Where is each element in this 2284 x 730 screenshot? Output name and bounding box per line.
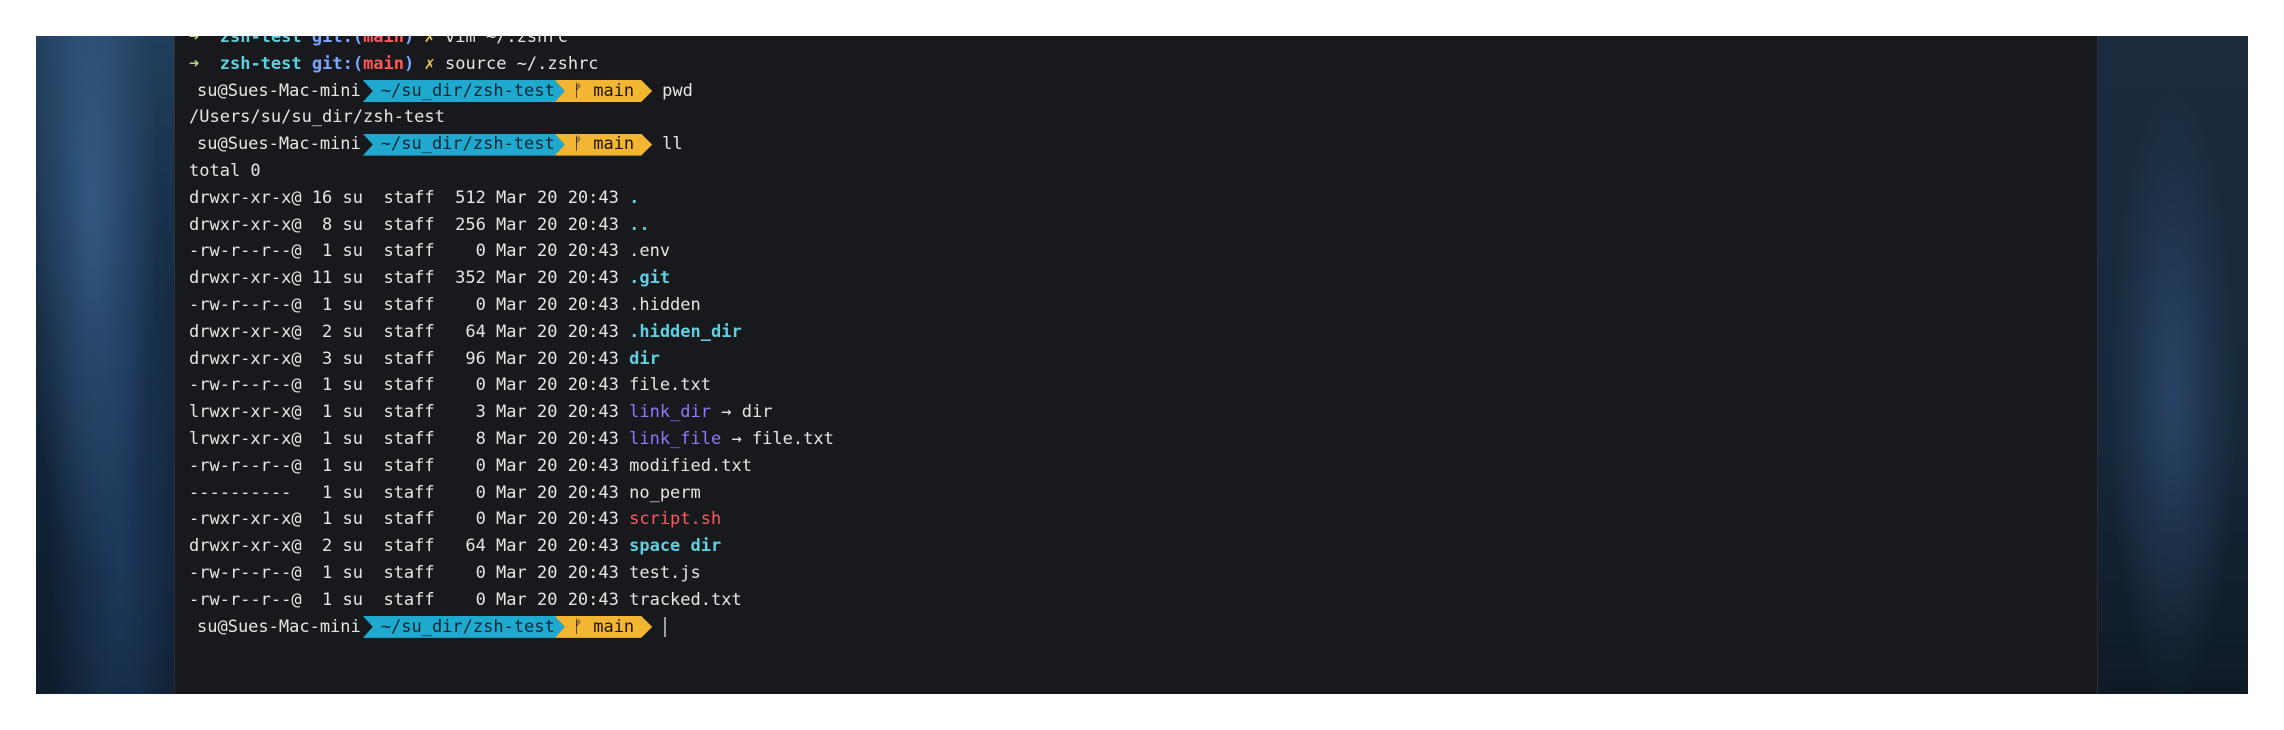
file-meta: -rw-r--r--@ 1 su staff 0 Mar 20 20:43 [189, 241, 630, 262]
ls-row: ---------- 1 su staff 0 Mar 20 20:43 no_… [189, 480, 2097, 507]
file-name: . [629, 187, 640, 208]
command-text: pwd [662, 80, 693, 101]
file-name: .git [629, 268, 671, 289]
link-target: → dir [711, 402, 773, 423]
desktop-window-area: ➜ zsh-test git:(main) ✗ vim ~/.zshrc ➜ z… [36, 36, 2248, 694]
file-meta: -rw-r--r--@ 1 su staff 0 Mar 20 20:43 [189, 294, 630, 315]
file-name: link_dir [629, 402, 711, 423]
file-meta: drwxr-xr-x@ 8 su staff 256 Mar 20 20:43 [189, 214, 630, 235]
file-name: no_perm [629, 482, 701, 503]
prompt-user-segment: su@Sues-Mac-mini [189, 133, 367, 156]
file-name: .env [629, 241, 671, 262]
powerline-prompt: su@Sues-Mac-mini ~/su_dir/zsh-test ᚠ mai… [189, 78, 2097, 105]
prompt-dir: zsh-test [219, 53, 302, 74]
ls-row: -rw-r--r--@ 1 su staff 0 Mar 20 20:43 fi… [189, 372, 2097, 399]
file-meta: -rw-r--r--@ 1 su staff 0 Mar 20 20:43 [189, 455, 630, 476]
ls-row: -rw-r--r--@ 1 su staff 0 Mar 20 20:43 mo… [189, 453, 2097, 480]
file-meta: -rw-r--r--@ 1 su staff 0 Mar 20 20:43 [189, 375, 630, 396]
file-meta: drwxr-xr-x@ 11 su staff 352 Mar 20 20:43 [189, 268, 630, 289]
branch-icon: ᚠ [572, 134, 583, 155]
output-line: /Users/su/su_dir/zsh-test [189, 107, 445, 128]
desktop-wallpaper-right [2098, 36, 2248, 694]
file-meta: drwxr-xr-x@ 2 su staff 64 Mar 20 20:43 [189, 321, 630, 342]
text-cursor[interactable] [664, 616, 667, 637]
file-name: .hidden [629, 294, 701, 315]
file-meta: drwxr-xr-x@ 3 su staff 96 Mar 20 20:43 [189, 348, 630, 369]
ls-row: lrwxr-xr-x@ 1 su staff 8 Mar 20 20:43 li… [189, 426, 2097, 453]
dirty-mark-icon: ✗ [424, 36, 435, 47]
branch-icon: ᚠ [572, 80, 583, 101]
file-name: test.js [629, 562, 701, 583]
prompt-dir-segment: ~/su_dir/zsh-test [363, 80, 565, 102]
prompt-git-segment: ᚠ main [555, 80, 652, 102]
prompt-arrow-icon: ➜ [189, 36, 200, 47]
file-name: space dir [629, 536, 722, 557]
current-prompt[interactable]: su@Sues-Mac-mini ~/su_dir/zsh-test ᚠ mai… [189, 614, 2097, 641]
command-text: source ~/.zshrc [445, 53, 599, 74]
file-meta: -rw-r--r--@ 1 su staff 0 Mar 20 20:43 [189, 562, 630, 583]
file-name: modified.txt [629, 455, 752, 476]
ls-row: drwxr-xr-x@ 2 su staff 64 Mar 20 20:43 s… [189, 533, 2097, 560]
prompt-user-segment: su@Sues-Mac-mini [189, 615, 367, 638]
output-line: total 0 [189, 160, 261, 181]
file-meta: drwxr-xr-x@ 16 su staff 512 Mar 20 20:43 [189, 187, 630, 208]
dirty-mark-icon: ✗ [424, 53, 435, 74]
ls-row: -rwxr-xr-x@ 1 su staff 0 Mar 20 20:43 sc… [189, 506, 2097, 533]
prompt-branch-text: main [593, 134, 635, 155]
file-meta: -rwxr-xr-x@ 1 su staff 0 Mar 20 20:43 [189, 509, 630, 530]
file-name: script.sh [629, 509, 722, 530]
prompt-git-label: git:( [311, 53, 364, 74]
file-name: dir [629, 348, 660, 369]
file-name: tracked.txt [629, 589, 742, 610]
prompt-branch-text: main [593, 616, 635, 637]
prev-prompt-line: ➜ zsh-test git:(main) ✗ source ~/.zshrc [189, 51, 2097, 78]
prompt-git-close: ) [404, 53, 415, 74]
command-text: ll [662, 134, 683, 155]
prompt-git-segment: ᚠ main [555, 616, 652, 638]
file-meta: lrwxr-xr-x@ 1 su staff 3 Mar 20 20:43 [189, 402, 630, 423]
file-name: link_file [629, 428, 722, 449]
file-name: file.txt [629, 375, 711, 396]
desktop-wallpaper-left [36, 36, 176, 694]
ls-row: drwxr-xr-x@ 2 su staff 64 Mar 20 20:43 .… [189, 319, 2097, 346]
prompt-git-label: git:( [311, 36, 364, 47]
branch-icon: ᚠ [572, 616, 583, 637]
powerline-prompt: su@Sues-Mac-mini ~/su_dir/zsh-test ᚠ mai… [189, 131, 2097, 158]
prompt-dir-segment: ~/su_dir/zsh-test [363, 134, 565, 156]
ls-row: drwxr-xr-x@ 3 su staff 96 Mar 20 20:43 d… [189, 346, 2097, 373]
file-name: .hidden_dir [629, 321, 742, 342]
prompt-git-close: ) [404, 36, 415, 47]
prompt-arrow-icon: ➜ [189, 53, 200, 74]
file-meta: drwxr-xr-x@ 2 su staff 64 Mar 20 20:43 [189, 536, 630, 557]
ls-row: drwxr-xr-x@ 11 su staff 352 Mar 20 20:43… [189, 265, 2097, 292]
ls-row: -rw-r--r--@ 1 su staff 0 Mar 20 20:43 te… [189, 560, 2097, 587]
ls-row: drwxr-xr-x@ 16 su staff 512 Mar 20 20:43… [189, 185, 2097, 212]
prompt-branch: main [363, 36, 405, 47]
ls-row: lrwxr-xr-x@ 1 su staff 3 Mar 20 20:43 li… [189, 399, 2097, 426]
prompt-dir-text: ~/su_dir/zsh-test [380, 616, 555, 637]
prev-prompt-line: ➜ zsh-test git:(main) ✗ vim ~/.zshrc [189, 36, 2097, 51]
file-meta: lrwxr-xr-x@ 1 su staff 8 Mar 20 20:43 [189, 428, 630, 449]
terminal-window[interactable]: ➜ zsh-test git:(main) ✗ vim ~/.zshrc ➜ z… [174, 36, 2098, 694]
ls-row: -rw-r--r--@ 1 su staff 0 Mar 20 20:43 .e… [189, 238, 2097, 265]
prompt-user-segment: su@Sues-Mac-mini [189, 79, 367, 102]
prompt-git-segment: ᚠ main [555, 134, 652, 156]
link-target: → file.txt [721, 428, 834, 449]
prompt-dir-segment: ~/su_dir/zsh-test [363, 616, 565, 638]
ls-row: drwxr-xr-x@ 8 su staff 256 Mar 20 20:43 … [189, 212, 2097, 239]
file-meta: ---------- 1 su staff 0 Mar 20 20:43 [189, 482, 630, 503]
ls-row: -rw-r--r--@ 1 su staff 0 Mar 20 20:43 .h… [189, 292, 2097, 319]
prompt-dir-text: ~/su_dir/zsh-test [380, 134, 555, 155]
prompt-dir: zsh-test [219, 36, 302, 47]
command-text: vim ~/.zshrc [445, 36, 568, 47]
prompt-branch: main [363, 53, 405, 74]
ls-row: -rw-r--r--@ 1 su staff 0 Mar 20 20:43 tr… [189, 587, 2097, 614]
prompt-dir-text: ~/su_dir/zsh-test [380, 80, 555, 101]
prompt-branch-text: main [593, 80, 635, 101]
file-meta: -rw-r--r--@ 1 su staff 0 Mar 20 20:43 [189, 589, 630, 610]
terminal-buffer: ➜ zsh-test git:(main) ✗ vim ~/.zshrc ➜ z… [189, 36, 2097, 640]
file-name: .. [629, 214, 650, 235]
ls-listing: drwxr-xr-x@ 16 su staff 512 Mar 20 20:43… [189, 185, 2097, 614]
